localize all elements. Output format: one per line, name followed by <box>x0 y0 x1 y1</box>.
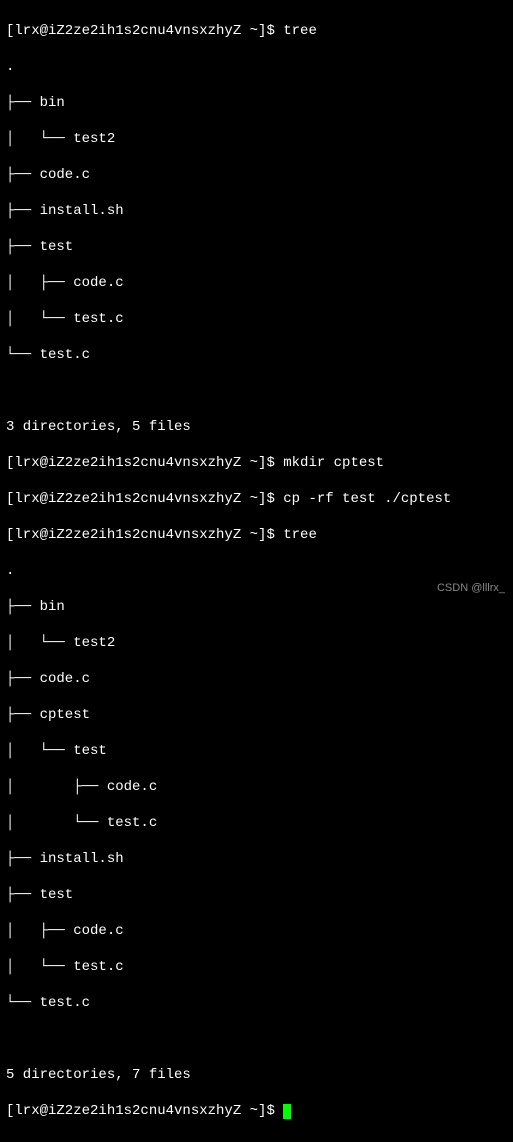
tree-line: ├── code.c <box>6 166 507 184</box>
tree-line: │ └── test.c <box>6 958 507 976</box>
shell-prompt: [lrx@iZ2ze2ih1s2cnu4vnsxzhyZ ~]$ <box>6 491 283 507</box>
tree-summary: 5 directories, 7 files <box>6 1066 507 1084</box>
terminal-output: [lrx@iZ2ze2ih1s2cnu4vnsxzhyZ ~]$ tree . … <box>0 0 513 1142</box>
command-text: tree <box>283 527 317 543</box>
blank-line <box>6 1030 507 1048</box>
tree-line: │ └── test <box>6 742 507 760</box>
tree-line: │ ├── code.c <box>6 778 507 796</box>
tree-line: ├── install.sh <box>6 202 507 220</box>
tree-line: └── test.c <box>6 346 507 364</box>
tree-summary: 3 directories, 5 files <box>6 418 507 436</box>
tree-line: └── test.c <box>6 994 507 1012</box>
tree-line: ├── cptest <box>6 706 507 724</box>
shell-prompt: [lrx@iZ2ze2ih1s2cnu4vnsxzhyZ ~]$ <box>6 23 283 39</box>
prompt-line: [lrx@iZ2ze2ih1s2cnu4vnsxzhyZ ~]$ mkdir c… <box>6 454 507 472</box>
command-text: mkdir cptest <box>283 455 384 471</box>
tree-line: ├── bin <box>6 94 507 112</box>
tree-line: ├── code.c <box>6 670 507 688</box>
command-text: tree <box>283 23 317 39</box>
tree-line: ├── test <box>6 238 507 256</box>
tree-line: │ └── test.c <box>6 310 507 328</box>
shell-prompt: [lrx@iZ2ze2ih1s2cnu4vnsxzhyZ ~]$ <box>6 527 283 543</box>
tree-line: │ └── test2 <box>6 634 507 652</box>
command-text: cp -rf test ./cptest <box>283 491 451 507</box>
tree-line: │ └── test2 <box>6 130 507 148</box>
tree-line: ├── bin <box>6 598 507 616</box>
cursor-icon <box>283 1104 291 1119</box>
tree-line: │ ├── code.c <box>6 922 507 940</box>
tree-line: │ ├── code.c <box>6 274 507 292</box>
tree-line: ├── install.sh <box>6 850 507 868</box>
shell-prompt: [lrx@iZ2ze2ih1s2cnu4vnsxzhyZ ~]$ <box>6 455 283 471</box>
tree-line: │ └── test.c <box>6 814 507 832</box>
tree-line: ├── test <box>6 886 507 904</box>
prompt-line: [lrx@iZ2ze2ih1s2cnu4vnsxzhyZ ~]$ tree <box>6 22 507 40</box>
shell-prompt: [lrx@iZ2ze2ih1s2cnu4vnsxzhyZ ~]$ <box>6 1103 283 1119</box>
watermark-text: CSDN @lllrx_ <box>437 579 505 597</box>
active-prompt-line[interactable]: [lrx@iZ2ze2ih1s2cnu4vnsxzhyZ ~]$ <box>6 1102 507 1120</box>
tree-root: . <box>6 58 507 76</box>
prompt-line: [lrx@iZ2ze2ih1s2cnu4vnsxzhyZ ~]$ tree <box>6 526 507 544</box>
prompt-line: [lrx@iZ2ze2ih1s2cnu4vnsxzhyZ ~]$ cp -rf … <box>6 490 507 508</box>
blank-line <box>6 382 507 400</box>
tree-root: . <box>6 562 507 580</box>
